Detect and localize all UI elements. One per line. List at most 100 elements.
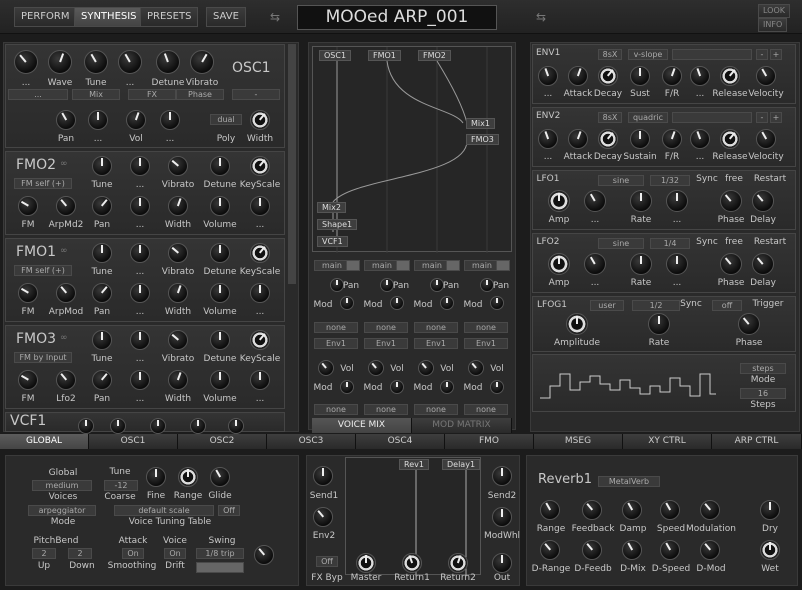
matrix-main-0[interactable]: main [314,260,350,271]
env2-minus-button[interactable]: - [756,112,768,123]
send1-knob[interactable] [313,466,333,486]
prev-preset-icon[interactable]: ⇆ [270,10,288,24]
lfo2-knob-1[interactable] [584,253,606,275]
osc1-field-3[interactable]: Phase [176,89,224,100]
osc1-knob-2[interactable] [84,50,108,74]
osc1-knob-5[interactable] [190,50,214,74]
matrix-env-1[interactable]: Env1 [364,338,408,349]
fmo1-r2-knob-0[interactable] [18,283,38,303]
reverb-wet-knob[interactable] [760,540,780,560]
vcf1-knob-1[interactable] [110,418,126,434]
matrix-env-2[interactable]: Env1 [414,338,458,349]
osc1-r2-knob-2[interactable] [126,110,146,130]
mode-field[interactable]: arpeggiator [28,505,96,516]
lfo2-rate-field[interactable]: 1/4 [650,238,690,249]
quality-field[interactable]: medium [32,480,92,491]
matrix-mod2-knob-1[interactable] [390,380,404,394]
swing-knob[interactable] [254,545,274,565]
look-button[interactable]: LOOK [758,4,791,18]
fmo1-r2-knob-2[interactable] [92,283,112,303]
matrix-vol-knob-3[interactable] [468,360,484,376]
lfo1-knob-1[interactable] [584,190,606,212]
voice-mix-tab[interactable]: VOICE MIX [312,418,412,433]
fmo1-r2-knob-3[interactable] [130,283,150,303]
lfo1-wave-field[interactable]: sine [598,175,644,186]
osc1-poly-field[interactable]: dual [210,114,242,125]
reverb-d-knob-3[interactable] [660,540,680,560]
fmo2-r2-knob-3[interactable] [130,196,150,216]
pitchbend-up-field[interactable]: 2 [32,548,56,559]
fmo3-r2-knob-1[interactable] [56,370,76,390]
tab-osc4[interactable]: OSC4 [356,434,445,449]
lfo1-knob-4[interactable] [720,190,742,212]
lfo1-restart-toggle[interactable]: Restart [750,174,790,184]
swing-bar[interactable] [196,562,244,573]
tab-fmo[interactable]: FMO [445,434,534,449]
smoothing-on-field[interactable]: On [122,548,144,559]
lfo2-knob-0[interactable] [548,253,570,275]
matrix-mod-knob-2[interactable] [440,296,454,310]
env1-knob-4[interactable] [662,66,682,86]
osc1-field-2[interactable]: FX [128,89,176,100]
vcf1-knob-2[interactable] [150,418,166,434]
reverb-knob-0[interactable] [540,500,560,520]
env2-knob-0[interactable] [538,129,558,149]
coarse-field[interactable]: -12 [104,480,138,491]
modwhl-knob[interactable] [492,507,512,527]
matrix-mod-knob-0[interactable] [340,296,354,310]
master-knob[interactable] [356,553,376,573]
lfo2-restart-toggle[interactable]: Restart [750,237,790,247]
osc1-field-0[interactable]: ... [8,89,68,100]
vcf1-knob-3[interactable] [190,418,206,434]
osc1-width-knob[interactable] [250,110,270,130]
matrix-mod2-knob-0[interactable] [340,380,354,394]
matrix-vol-knob-2[interactable] [418,360,434,376]
osc1-knob-3[interactable] [118,50,142,74]
env1-minus-button[interactable]: - [756,49,768,60]
matrix-vol-knob-1[interactable] [368,360,384,376]
env2-knob-4[interactable] [662,129,682,149]
matrix-env-3[interactable]: Env1 [464,338,508,349]
range-knob[interactable] [178,467,198,487]
reverb-knob-2[interactable] [622,500,642,520]
env1-knob-1[interactable] [568,66,588,86]
tab-osc2[interactable]: OSC2 [178,434,267,449]
matrix-mod-knob-1[interactable] [390,296,404,310]
matrix-none-a-2[interactable]: none [414,322,458,333]
matrix-shape1-tag[interactable]: Shape1 [317,219,358,230]
matrix-main-3[interactable]: main [464,260,500,271]
fmo1-r2-knob-6[interactable] [250,283,270,303]
fmo3-r2-knob-6[interactable] [250,370,270,390]
env1-knob-5[interactable] [690,66,710,86]
fmo1-link-icon[interactable]: ∞ [60,246,68,256]
fmo3-r1-knob-0[interactable] [92,330,112,350]
pitchbend-down-field[interactable]: 2 [68,548,92,559]
return2-knob[interactable] [448,553,468,573]
fxbyp-off-field[interactable]: Off [316,556,338,567]
matrix-main-toggle-2[interactable] [446,260,460,271]
lfo1-knob-5[interactable] [752,190,774,212]
fmo1-r1-knob-4[interactable] [250,243,270,263]
lfo2-knob-4[interactable] [720,253,742,275]
matrix-none-b-3[interactable]: none [464,404,508,415]
next-preset-icon[interactable]: ⇆ [536,10,554,24]
fmo3-r2-knob-2[interactable] [92,370,112,390]
fmo2-r2-knob-2[interactable] [92,196,112,216]
send2-knob[interactable] [492,466,512,486]
env1-rate-field[interactable]: 8sX [598,49,622,60]
fmo2-r1-knob-2[interactable] [168,156,188,176]
env1-knob-7[interactable] [756,66,776,86]
matrix-mod-knob-3[interactable] [490,296,504,310]
matrix-main-toggle-0[interactable] [346,260,360,271]
reverb-knob-3[interactable] [660,500,680,520]
matrix-none-a-3[interactable]: none [464,322,508,333]
lfo2-wave-field[interactable]: sine [598,238,644,249]
env1-slider[interactable] [672,49,752,60]
preset-name[interactable]: MOOed ARP_001 [297,5,497,30]
fmo1-r1-knob-1[interactable] [130,243,150,263]
mod-matrix-tab[interactable]: MOD MATRIX [412,418,512,433]
env2-plus-button[interactable]: + [770,112,782,123]
env1-knob-6[interactable] [720,66,740,86]
env2-knob-2[interactable] [598,129,618,149]
fmo2-r2-knob-1[interactable] [56,196,76,216]
